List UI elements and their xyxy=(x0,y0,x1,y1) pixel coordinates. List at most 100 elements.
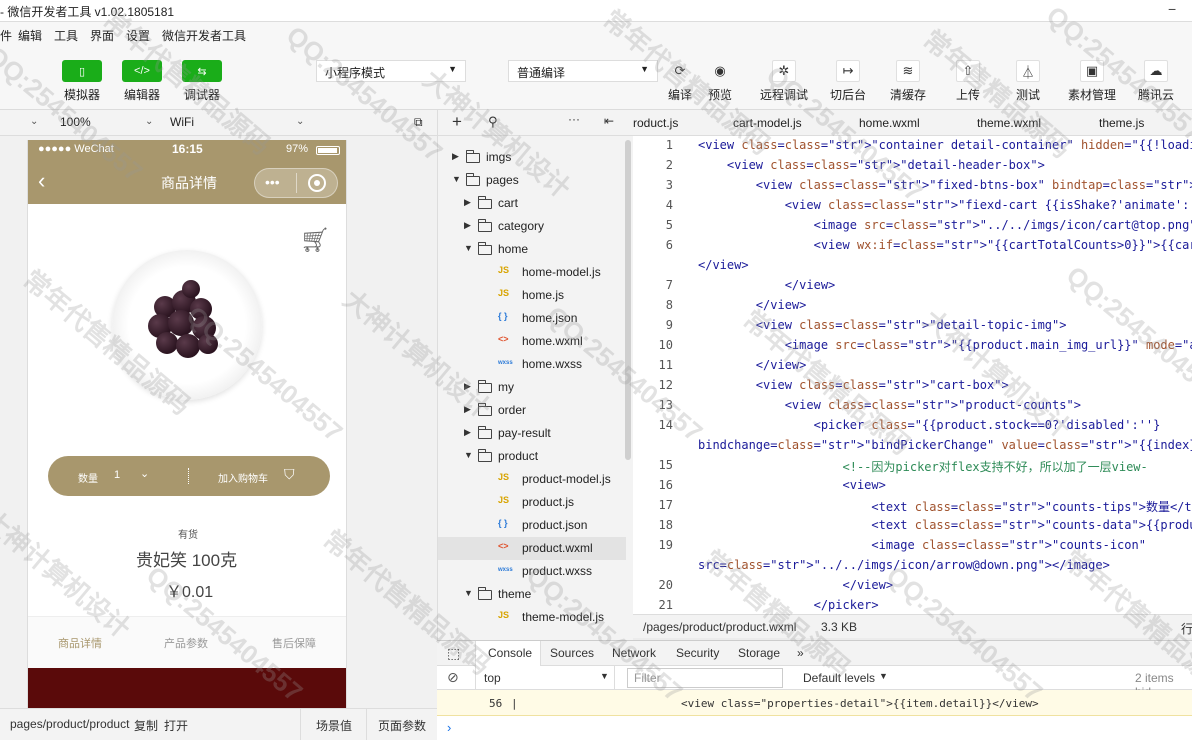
network-select[interactable]: WiFi xyxy=(170,115,194,129)
tree-file[interactable]: wxss home.wxss xyxy=(438,353,626,376)
scene-button[interactable]: 场景值 xyxy=(316,717,352,734)
tree-folder[interactable]: ▶ cart xyxy=(438,192,626,215)
tab-cart-model-js[interactable]: cart-model.js xyxy=(733,116,802,130)
add-to-cart-label[interactable]: 加入购物车 xyxy=(218,470,268,485)
tab-storage[interactable]: Storage xyxy=(738,646,780,660)
code-editor[interactable]: 1 <view class=class="str">"container deta… xyxy=(633,136,1192,614)
tree-folder[interactable]: ▶ pay-result xyxy=(438,422,626,445)
tree-file[interactable]: wxss product.wxss xyxy=(438,560,626,583)
collapse-icon[interactable]: ⇤ xyxy=(604,114,614,128)
console-prompt[interactable]: › xyxy=(437,716,1192,740)
refresh-icon[interactable]: ⟳ xyxy=(668,60,692,82)
eye-icon[interactable]: ◉ xyxy=(708,60,732,82)
context-select[interactable]: top ▼ xyxy=(475,666,615,690)
assets-label[interactable]: 素材管理 xyxy=(1068,86,1116,103)
tree-file[interactable]: { } product.json xyxy=(438,514,626,537)
cart-icon[interactable]: ⛉ xyxy=(284,466,295,483)
chevron-down-icon[interactable]: ⌄ xyxy=(140,467,149,480)
tree-file[interactable]: JS theme-model.js xyxy=(438,606,626,629)
remote-debug-label[interactable]: 远程调试 xyxy=(760,86,808,103)
copy-path-link[interactable]: 复制 xyxy=(134,717,158,734)
tree-folder[interactable]: ▶ my xyxy=(438,376,626,399)
cloud-icon[interactable]: ☁ xyxy=(1144,60,1168,82)
chevron-right-icon[interactable]: ▶ xyxy=(452,151,459,162)
tab-aftersale[interactable]: 售后保障 xyxy=(272,635,316,651)
open-path-link[interactable]: 打开 xyxy=(164,717,188,734)
tree-file[interactable]: JS product-model.js xyxy=(438,468,626,491)
menu-edit[interactable]: 编辑 xyxy=(18,27,42,44)
tab-details[interactable]: 商品详情 xyxy=(58,635,102,651)
add-icon[interactable]: + xyxy=(452,112,462,132)
close-circle-icon[interactable] xyxy=(308,174,326,192)
preview-label[interactable]: 预览 xyxy=(708,86,732,103)
chevron-down-icon[interactable]: ▼ xyxy=(464,243,473,253)
file-tree-scrollbar[interactable] xyxy=(625,140,631,460)
debugger-toggle-button[interactable]: ⇆ xyxy=(182,60,222,82)
chevron-down-icon[interactable]: ⌄ xyxy=(30,116,38,127)
more-tabs-icon[interactable]: » xyxy=(797,646,804,660)
chevron-right-icon[interactable]: ▶ xyxy=(464,197,471,208)
back-arrow-icon[interactable]: ‹ xyxy=(38,168,45,194)
mode-select[interactable]: 小程序模式 ▼ xyxy=(316,60,466,82)
tree-file[interactable]: JS product.js xyxy=(438,491,626,514)
chevron-down-icon[interactable]: ▼ xyxy=(879,671,888,681)
editor-toggle-button[interactable]: </> xyxy=(122,60,162,82)
tree-file[interactable]: JS home.js xyxy=(438,284,626,307)
tree-file[interactable]: { } home.json xyxy=(438,307,626,330)
clear-console-icon[interactable]: ⊘ xyxy=(447,669,459,686)
quantity-value[interactable]: 1 xyxy=(114,469,120,481)
switch-icon[interactable]: ↦ xyxy=(836,60,860,82)
tab-theme-js[interactable]: theme.js xyxy=(1099,116,1144,130)
tree-folder[interactable]: ▼ pages xyxy=(438,169,626,192)
tab-console[interactable]: Console xyxy=(488,646,532,660)
inspect-icon[interactable]: ⬚ xyxy=(447,645,460,662)
tree-file[interactable]: JS home-model.js xyxy=(438,261,626,284)
tree-folder[interactable]: ▼ theme xyxy=(438,583,626,606)
tree-folder[interactable]: ▼ home xyxy=(438,238,626,261)
zoom-select[interactable]: 100% xyxy=(60,115,91,129)
tab-params[interactable]: 产品参数 xyxy=(164,635,208,651)
menu-view[interactable]: 界面 xyxy=(90,27,114,44)
tab-home-wxml[interactable]: home.wxml xyxy=(859,116,920,130)
upload-label[interactable]: 上传 xyxy=(956,86,980,103)
chevron-down-icon[interactable]: ▼ xyxy=(464,588,473,598)
chevron-right-icon[interactable]: ▶ xyxy=(464,381,471,392)
tree-file[interactable]: <> home.wxml xyxy=(438,330,626,353)
menu-devtools[interactable]: 微信开发者工具 xyxy=(162,27,246,44)
tree-file[interactable]: <> product.wxml xyxy=(438,537,626,560)
capsule-menu[interactable]: ••• xyxy=(254,168,338,198)
detach-icon[interactable]: ⧉ xyxy=(414,115,423,130)
tab-theme-wxml[interactable]: theme.wxml xyxy=(977,116,1041,130)
compile-label[interactable]: 编译 xyxy=(668,86,692,103)
cart-icon[interactable]: 🛒︎ xyxy=(300,226,330,255)
test-label[interactable]: 测试 xyxy=(1016,86,1040,103)
menu-file[interactable]: 件 xyxy=(0,27,12,44)
chevron-down-icon[interactable]: ▼ xyxy=(464,450,473,460)
layers-icon[interactable]: ≋ xyxy=(896,60,920,82)
chevron-down-icon[interactable]: ⌄ xyxy=(296,116,304,127)
search-icon[interactable]: ⚲ xyxy=(488,114,498,130)
folder-icon[interactable]: ▣ xyxy=(1080,60,1104,82)
upload-icon[interactable]: ⇧ xyxy=(956,60,980,82)
minimize-icon[interactable]: − xyxy=(1168,1,1176,17)
tab-security[interactable]: Security xyxy=(676,646,719,660)
chevron-right-icon[interactable]: ▶ xyxy=(464,427,471,438)
menu-tools[interactable]: 工具 xyxy=(54,27,78,44)
chevron-right-icon[interactable]: ▶ xyxy=(464,404,471,415)
more-icon[interactable]: ··· xyxy=(568,112,580,126)
chevron-down-icon[interactable]: ▼ xyxy=(452,174,461,184)
menu-settings[interactable]: 设置 xyxy=(126,27,150,44)
chevron-down-icon[interactable]: ⌄ xyxy=(145,116,153,127)
chevron-right-icon[interactable]: ▶ xyxy=(464,220,471,231)
page-params-button[interactable]: 页面参数 xyxy=(378,717,426,734)
tab-sources[interactable]: Sources xyxy=(550,646,594,660)
compile-select[interactable]: 普通编译 ▼ xyxy=(508,60,658,82)
cart-bar[interactable]: 数量 1 ⌄ 加入购物车 ⛉ xyxy=(48,456,330,496)
console-filter-input[interactable]: Filter xyxy=(627,668,783,688)
tab-product-js[interactable]: roduct.js xyxy=(633,116,678,130)
tree-folder[interactable]: ▶ imgs xyxy=(438,146,626,169)
tree-folder[interactable]: ▼ product xyxy=(438,445,626,468)
tree-folder[interactable]: ▶ order xyxy=(438,399,626,422)
background-label[interactable]: 切后台 xyxy=(830,86,866,103)
flask-icon[interactable]: ⏃ xyxy=(1016,60,1040,82)
